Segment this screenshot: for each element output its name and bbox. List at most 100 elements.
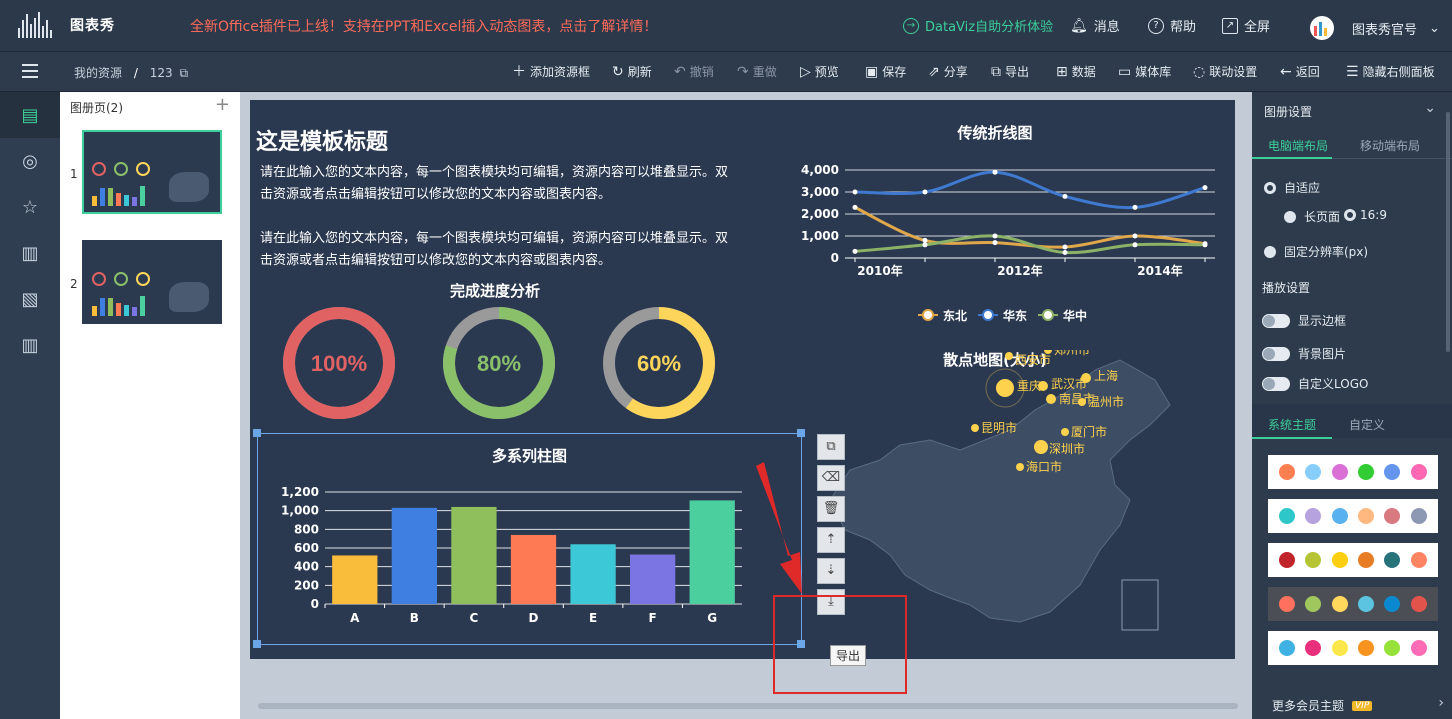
dataviz-link[interactable]: → DataViz自助分析体验 xyxy=(903,16,1053,35)
horizontal-scrollbar[interactable] xyxy=(258,703,1238,709)
edit-name-icon[interactable]: ⧉ xyxy=(179,66,188,80)
theme-palette[interactable] xyxy=(1268,631,1438,665)
data-point[interactable] xyxy=(1132,204,1138,210)
bar[interactable] xyxy=(689,500,735,604)
save-button[interactable]: ▣ 保存 xyxy=(865,63,906,80)
city-marker[interactable] xyxy=(996,379,1014,397)
radio-ratio[interactable] xyxy=(1344,209,1356,221)
city-marker[interactable] xyxy=(1034,440,1048,454)
data-point[interactable] xyxy=(922,189,928,195)
data-point[interactable] xyxy=(1062,193,1068,199)
data-point[interactable] xyxy=(1202,185,1208,191)
city-marker[interactable] xyxy=(971,424,979,432)
delete-icon[interactable]: 🗑︎ xyxy=(817,496,845,522)
bar[interactable] xyxy=(510,534,557,604)
toggle-switch[interactable] xyxy=(1262,346,1290,361)
data-point[interactable] xyxy=(992,169,998,175)
show-border-toggle[interactable]: 显示边框 xyxy=(1262,312,1346,329)
city-marker[interactable] xyxy=(1005,352,1013,360)
page-thumbnail-2[interactable] xyxy=(82,240,222,324)
adaptive-option[interactable]: 自适应 xyxy=(1264,179,1320,196)
legend-label[interactable]: 东北 xyxy=(943,308,967,323)
line-chart[interactable]: 0 1,000 2,000 3,000 4,000 2010年 2012年 2014年东北 华东… xyxy=(790,150,1230,335)
nav-pages-icon[interactable]: ▤ xyxy=(0,92,60,138)
nav-target-icon[interactable]: ◎ xyxy=(0,138,60,184)
legend-label[interactable]: 华东 xyxy=(1003,308,1027,323)
dashboard-canvas[interactable]: 这是模板标题 请在此输入您的文本内容，每一个图表模块均可编辑，资源内容可以堆叠显… xyxy=(250,100,1235,659)
data-point[interactable] xyxy=(922,242,928,248)
hamburger-menu-icon[interactable] xyxy=(22,64,38,78)
tab-system-theme[interactable]: 系统主题 xyxy=(1268,416,1316,433)
panel-scrollbar[interactable] xyxy=(1446,112,1450,352)
data-point[interactable] xyxy=(1062,244,1068,250)
toggle-switch[interactable] xyxy=(1262,376,1290,391)
bar[interactable] xyxy=(630,554,676,604)
text-block-2[interactable]: 请在此输入您的文本内容，每一个图表模块均可编辑，资源内容可以堆叠显示。双击资源或… xyxy=(260,228,730,272)
bar[interactable] xyxy=(391,507,437,604)
promo-banner[interactable]: 全新Office插件已上线！支持在PPT和Excel插入动态图表，点击了解详情！ xyxy=(190,16,657,36)
fixed-resolution-option[interactable]: 固定分辨率(px) xyxy=(1264,243,1368,260)
nav-list-icon[interactable]: ▥ xyxy=(0,322,60,368)
resize-handle[interactable] xyxy=(797,429,805,437)
series-line[interactable] xyxy=(854,234,1206,255)
data-point[interactable] xyxy=(1132,233,1138,239)
radio-long-page[interactable] xyxy=(1284,210,1296,223)
theme-palette[interactable] xyxy=(1268,543,1438,577)
city-marker[interactable] xyxy=(1046,394,1056,404)
media-library-button[interactable]: ▭ 媒体库 xyxy=(1118,63,1171,80)
edit-icon[interactable]: ⧉ xyxy=(817,434,845,460)
move-up-icon[interactable]: ⇡ xyxy=(817,527,845,553)
breadcrumb-root[interactable]: 我的资源 xyxy=(74,66,122,80)
main-title[interactable]: 这是模板标题 xyxy=(256,124,388,156)
data-point[interactable] xyxy=(1132,242,1138,248)
theme-palette[interactable] xyxy=(1268,499,1438,533)
nav-star-icon[interactable]: ☆ xyxy=(0,184,60,230)
back-button[interactable]: ← 返回 xyxy=(1280,63,1320,80)
share-button[interactable]: ⇗ 分享 xyxy=(928,63,968,80)
resize-handle[interactable] xyxy=(253,429,261,437)
theme-palette[interactable] xyxy=(1268,587,1438,621)
bar[interactable] xyxy=(451,506,497,604)
move-down-icon[interactable]: ⇣ xyxy=(817,558,845,584)
series-line[interactable] xyxy=(854,170,1206,210)
city-marker[interactable] xyxy=(1078,398,1086,406)
data-button[interactable]: ⊞ 数据 xyxy=(1056,63,1096,80)
linkage-settings-button[interactable]: ◌ 联动设置 xyxy=(1193,63,1257,80)
page-thumbnail-1[interactable] xyxy=(82,130,222,214)
bar-chart[interactable]: 0 200 400 600 800 1,000 1,200 A B C D E F G xyxy=(270,480,750,630)
account-menu[interactable]: 图表秀官号 ⌄ xyxy=(1310,16,1440,40)
more-vip-themes-link[interactable]: 更多会员主题 VIP xyxy=(1272,697,1373,714)
legend-label[interactable]: 华中 xyxy=(1063,308,1087,323)
chevron-right-icon[interactable]: › xyxy=(1438,695,1444,711)
data-point[interactable] xyxy=(852,248,858,254)
bar[interactable] xyxy=(570,544,616,604)
data-point[interactable] xyxy=(922,237,928,243)
tab-pc-layout[interactable]: 电脑端布局 xyxy=(1268,137,1328,154)
message-button[interactable]: 🔔︎ 消息 xyxy=(1070,16,1120,36)
logo-icon[interactable] xyxy=(18,10,52,38)
radio-adaptive[interactable] xyxy=(1264,181,1276,194)
help-button[interactable]: ? 帮助 xyxy=(1148,16,1196,35)
ratio-option[interactable]: 16:9 xyxy=(1344,208,1387,222)
resize-handle[interactable] xyxy=(253,640,261,648)
radio-fixed[interactable] xyxy=(1264,245,1276,258)
refresh-button[interactable]: ↻ 刷新 xyxy=(612,63,652,80)
bar[interactable] xyxy=(332,555,378,604)
export-button[interactable]: ⧉ 导出 xyxy=(991,63,1029,80)
data-point[interactable] xyxy=(852,189,858,195)
chevron-down-icon[interactable]: ⌄ xyxy=(1424,100,1436,116)
data-point[interactable] xyxy=(1062,250,1068,255)
data-point[interactable] xyxy=(852,204,858,210)
series-line[interactable] xyxy=(854,206,1206,249)
add-page-icon[interactable]: + xyxy=(215,94,230,115)
custom-logo-toggle[interactable]: 自定义LOGO xyxy=(1262,375,1368,392)
city-marker[interactable] xyxy=(1016,463,1024,471)
nav-edit-document-icon[interactable]: ▧ xyxy=(0,276,60,322)
data-point[interactable] xyxy=(1202,242,1208,248)
long-page-option[interactable]: 长页面 xyxy=(1284,208,1340,225)
text-block-1[interactable]: 请在此输入您的文本内容，每一个图表模块均可编辑，资源内容可以堆叠显示。双击资源或… xyxy=(260,162,730,206)
redo-button[interactable]: ↷ 重做 xyxy=(737,63,777,80)
hide-right-panel-button[interactable]: ☰ 隐藏右侧面板 xyxy=(1346,63,1435,80)
tab-custom-theme[interactable]: 自定义 xyxy=(1349,416,1385,433)
undo-button[interactable]: ↶ 撤销 xyxy=(674,63,714,80)
